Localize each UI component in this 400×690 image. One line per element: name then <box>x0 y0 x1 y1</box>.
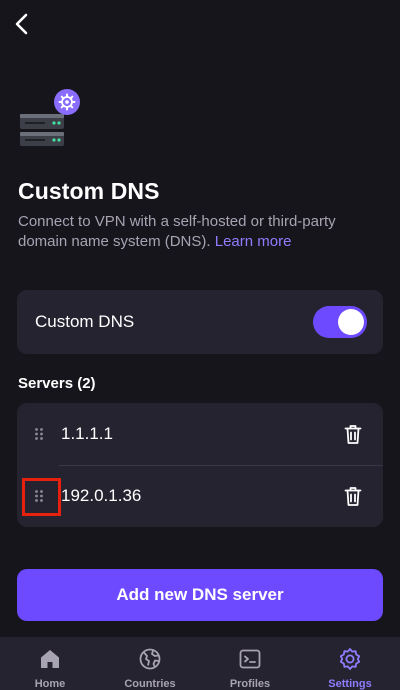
custom-dns-label: Custom DNS <box>35 312 135 331</box>
servers-list: 1.1.1.1 192.0.1.36 <box>17 403 383 527</box>
drag-handle[interactable] <box>17 403 61 465</box>
toggle-knob <box>338 309 364 335</box>
tab-label: Settings <box>328 678 372 690</box>
back-button[interactable] <box>6 8 38 40</box>
drag-handle[interactable] <box>17 465 61 527</box>
page-description: Connect to VPN with a self-hosted or thi… <box>18 212 382 252</box>
globe-icon <box>137 646 163 671</box>
gear-icon <box>337 646 363 671</box>
trash-icon <box>344 424 362 444</box>
custom-dns-toggle[interactable] <box>313 306 367 338</box>
server-address: 1.1.1.1 <box>61 424 113 443</box>
chevron-left-icon <box>15 13 28 35</box>
learn-more-link[interactable]: Learn more <box>215 233 292 250</box>
tab-profiles[interactable]: Profiles <box>200 637 300 690</box>
tab-label: Home <box>34 678 66 690</box>
server-address: 192.0.1.36 <box>61 486 142 505</box>
terminal-icon <box>237 646 263 671</box>
tab-countries[interactable]: Countries <box>100 637 200 690</box>
server-row: 1.1.1.1 <box>17 403 383 465</box>
servers-heading: Servers (2) <box>18 375 96 392</box>
custom-dns-card: Custom DNS <box>17 290 383 354</box>
tab-label: Profiles <box>229 678 271 690</box>
server-row: 192.0.1.36 <box>17 465 383 527</box>
home-icon <box>37 646 63 671</box>
custom-dns-screen: Custom DNS Connect to VPN with a self-ho… <box>0 0 400 690</box>
trash-icon <box>344 486 362 506</box>
delete-server-button[interactable] <box>323 403 383 465</box>
add-dns-server-button[interactable]: Add new DNS server <box>17 569 383 621</box>
tab-label: Countries <box>124 678 176 690</box>
tab-home[interactable]: Home <box>0 637 100 690</box>
delete-server-button[interactable] <box>323 465 383 527</box>
drag-handle-icon <box>35 428 43 440</box>
server-gear-icon <box>18 88 84 154</box>
page-title: Custom DNS <box>18 178 160 204</box>
drag-handle-icon <box>35 490 43 502</box>
tab-settings[interactable]: Settings <box>300 637 400 690</box>
tab-bar: Home Countries Profiles Settings <box>0 637 400 690</box>
